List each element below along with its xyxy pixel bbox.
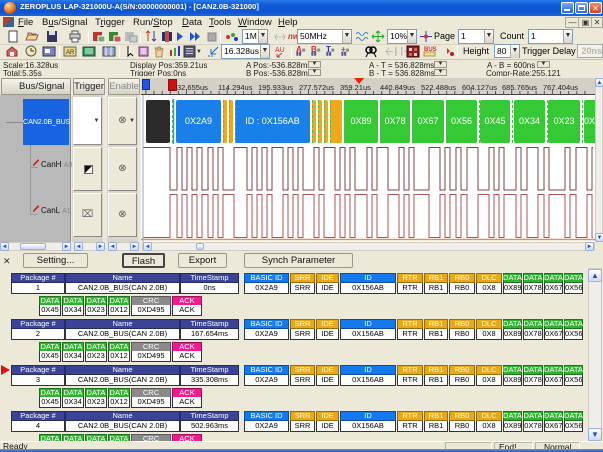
svg-text:AU: AU [275,47,285,54]
svg-text:AR: AR [66,50,75,56]
